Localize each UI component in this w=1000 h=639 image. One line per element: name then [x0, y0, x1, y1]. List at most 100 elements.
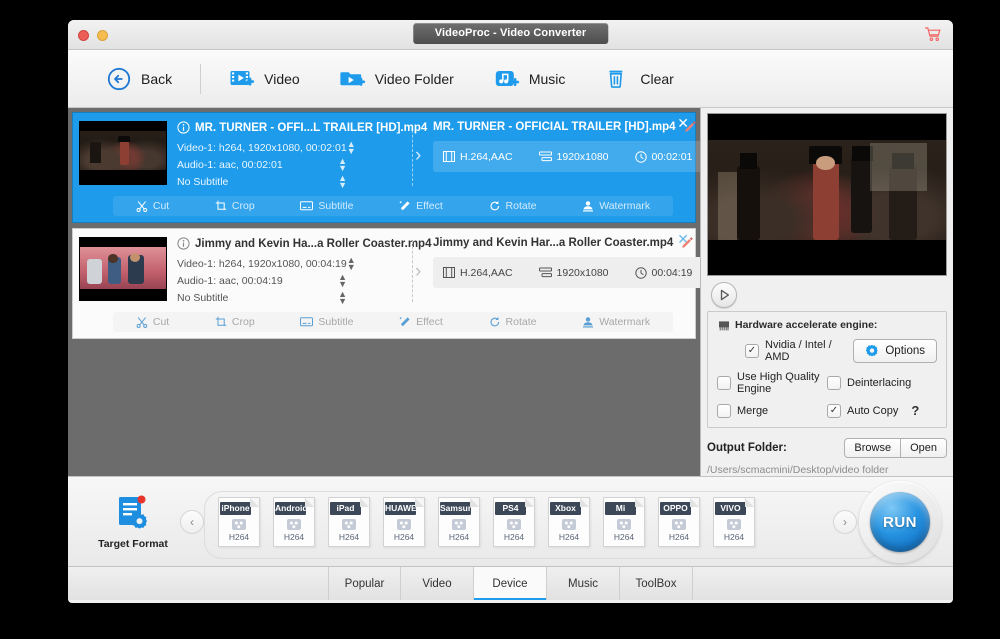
shopping-cart-icon[interactable]: [925, 27, 941, 42]
info-icon[interactable]: [177, 121, 190, 134]
deinterlacing-checkbox[interactable]: [827, 376, 841, 390]
format-tile[interactable]: HUAWEI H264: [383, 496, 425, 547]
crop-tool[interactable]: Crop: [215, 200, 255, 212]
output-name-text: MR. TURNER - OFFICIAL TRAILER [HD].mp4: [433, 121, 676, 133]
output-folder-row: Output Folder: Browse Open: [707, 438, 947, 458]
file-list[interactable]: ✕ MR. TURNER - OFFI...L TRAILER [HD].mp4…: [68, 108, 700, 476]
high-quality-checkbox-group[interactable]: Use High Quality Engine: [717, 371, 827, 395]
subtitle-tool[interactable]: Subtitle: [300, 200, 353, 212]
high-quality-checkbox[interactable]: [717, 376, 731, 390]
main-content: ✕ MR. TURNER - OFFI...L TRAILER [HD].mp4…: [68, 108, 953, 476]
cut-tool[interactable]: Cut: [136, 316, 169, 328]
tab-popular[interactable]: Popular: [328, 567, 401, 600]
tile-codec: H264: [668, 531, 690, 542]
format-tile[interactable]: OPPO H264: [658, 496, 700, 547]
add-video-button[interactable]: Video: [211, 61, 318, 97]
merge-checkbox-group[interactable]: Merge: [717, 403, 827, 418]
auto-copy-checkbox[interactable]: ✓: [827, 403, 841, 418]
options-button[interactable]: Options: [853, 339, 937, 363]
edit-pencil-icon[interactable]: [684, 121, 696, 133]
format-tile[interactable]: Samsung H264: [438, 496, 480, 547]
cut-tool[interactable]: Cut: [136, 200, 169, 212]
format-tile[interactable]: Xbox H264: [548, 496, 590, 547]
minimize-window-button[interactable]: [97, 30, 108, 41]
effect-tool[interactable]: Effect: [399, 316, 443, 328]
tab-music[interactable]: Music: [547, 567, 620, 600]
format-tile[interactable]: iPhone H264: [218, 496, 260, 547]
subtitle-stepper[interactable]: ▲ ▼: [338, 173, 399, 189]
crop-icon: [215, 200, 227, 210]
format-tile[interactable]: VIVO H264: [713, 496, 755, 547]
format-tile[interactable]: iPad H264: [328, 496, 370, 547]
file-row-2[interactable]: ✕ Jimmy and Kevin Ha...a Roller Coaster.…: [72, 228, 700, 339]
title-bar: VideoProc - Video Converter: [68, 20, 953, 50]
add-music-button[interactable]: Music: [476, 61, 584, 97]
output-name-text: Jimmy and Kevin Har...a Roller Coaster.m…: [433, 237, 674, 249]
carousel-next-button[interactable]: ›: [833, 509, 857, 534]
info-icon[interactable]: [177, 237, 190, 250]
tab-video[interactable]: Video: [401, 567, 474, 600]
gear-icon: [866, 344, 879, 357]
window-controls[interactable]: [78, 30, 108, 41]
format-tile[interactable]: PS4 H264: [493, 496, 535, 547]
tile-codec: H264: [448, 531, 470, 542]
format-bar: Target Format ‹ iPhone H264 Android H264: [68, 476, 953, 566]
clear-label: Clear: [640, 70, 674, 87]
browse-button[interactable]: Browse: [844, 438, 902, 458]
clear-button[interactable]: Clear: [587, 61, 691, 97]
audio-stream-row[interactable]: Audio-1: aac, 00:04:19 ▲ ▼: [177, 272, 399, 289]
video-stream-row[interactable]: Video-1: h264, 1920x1080, 00:02:01 ▲ ▼: [177, 139, 399, 156]
merge-label: Merge: [737, 404, 769, 417]
nvidia-checkbox[interactable]: ✓: [745, 344, 759, 358]
source-name-text: Jimmy and Kevin Ha...a Roller Coaster.mp…: [195, 237, 432, 250]
subtitle-tool[interactable]: Subtitle: [300, 316, 353, 328]
tab-toolbox[interactable]: ToolBox: [620, 567, 693, 600]
edit-pencil-icon[interactable]: [681, 237, 693, 249]
format-tile[interactable]: Mi H264: [603, 496, 645, 547]
subtitle-text: No Subtitle: [177, 175, 229, 188]
tile-name: iPad: [330, 501, 361, 515]
subtitle-row[interactable]: No Subtitle ▲ ▼: [177, 173, 399, 190]
crop-tool[interactable]: Crop: [215, 316, 255, 328]
carousel-prev-button[interactable]: ‹: [180, 509, 204, 534]
close-window-button[interactable]: [78, 30, 89, 41]
merge-checkbox[interactable]: [717, 403, 731, 418]
tile-name: Android: [275, 501, 306, 515]
file-thumbnail: [79, 121, 167, 185]
film-reel-icon: [562, 518, 576, 530]
deinterlacing-checkbox-group[interactable]: Deinterlacing: [827, 376, 937, 390]
watermark-tool[interactable]: Watermark: [582, 316, 650, 328]
run-button[interactable]: RUN: [870, 492, 930, 552]
subtitle-row[interactable]: No Subtitle ▲ ▼: [177, 289, 399, 306]
back-button[interactable]: Back: [88, 61, 190, 97]
audio-stream-stepper[interactable]: ▲ ▼: [338, 272, 399, 288]
effect-tool[interactable]: Effect: [399, 200, 443, 212]
format-tile[interactable]: Android H264: [273, 496, 315, 547]
add-video-folder-button[interactable]: Video Folder: [322, 61, 472, 97]
video-stream-row[interactable]: Video-1: h264, 1920x1080, 00:04:19 ▲ ▼: [177, 255, 399, 272]
help-icon[interactable]: ?: [911, 403, 919, 418]
audio-stream-stepper[interactable]: ▲ ▼: [338, 156, 399, 172]
app-window: VideoProc - Video Converter Back Video V…: [68, 20, 953, 603]
output-path-text: /Users/scmacmini/Desktop/video folder: [707, 464, 889, 476]
nvidia-checkbox-group[interactable]: ✓ Nvidia / Intel / AMD: [745, 339, 853, 363]
auto-copy-checkbox-group[interactable]: ✓ Auto Copy ?: [827, 403, 937, 418]
file-row-1[interactable]: ✕ MR. TURNER - OFFI...L TRAILER [HD].mp4…: [72, 112, 700, 223]
back-arrow-icon: [107, 67, 131, 90]
source-file-name: MR. TURNER - OFFI...L TRAILER [HD].mp4: [177, 121, 427, 134]
rotate-icon: [490, 201, 499, 211]
audio-stream-row[interactable]: Audio-1: aac, 00:02:01 ▲ ▼: [177, 156, 399, 173]
watermark-tool[interactable]: Watermark: [582, 200, 650, 212]
tab-device[interactable]: Device: [474, 567, 547, 600]
video-preview[interactable]: [707, 113, 947, 277]
subtitle-stepper[interactable]: ▲ ▼: [338, 289, 399, 305]
file-thumbnail: [79, 237, 167, 301]
tile-name: PS4: [495, 501, 526, 515]
resolution-icon: [538, 151, 552, 162]
rotate-tool[interactable]: Rotate: [489, 200, 536, 212]
rotate-tool[interactable]: Rotate: [489, 316, 536, 328]
open-folder-button[interactable]: Open: [901, 438, 947, 458]
output-codec-spec: H.264,AAC: [443, 267, 513, 279]
target-format-button[interactable]: Target Format: [90, 494, 176, 550]
play-button[interactable]: [711, 281, 737, 308]
